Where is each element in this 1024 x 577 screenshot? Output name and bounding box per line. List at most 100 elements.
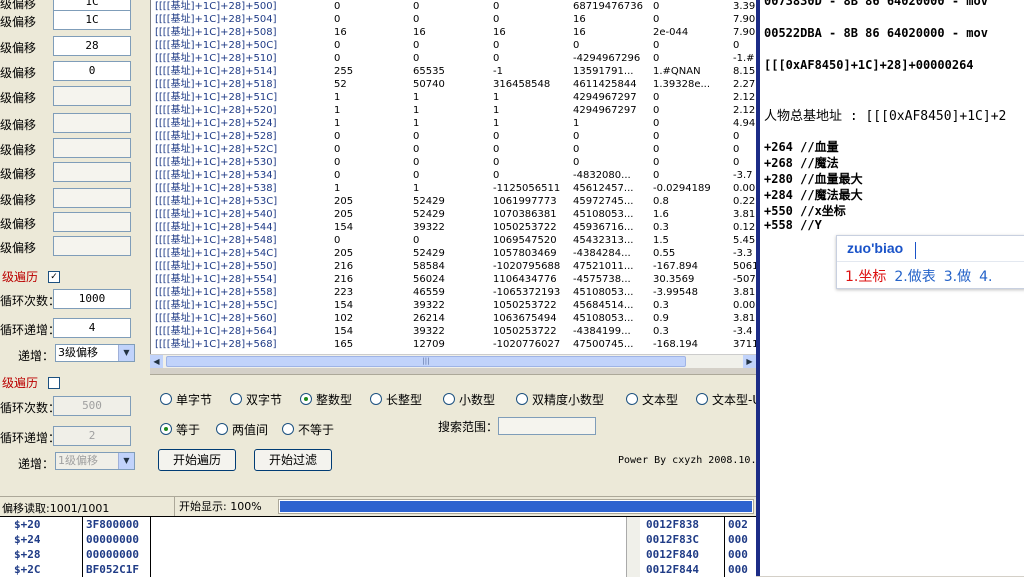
table-row[interactable]: [[[[基址]+1C]+28]+530] 0 0 0 0 0 0 [151,156,757,169]
loop-inc-label: 循环递增： [0,323,61,337]
table-row[interactable]: [[[[基址]+1C]+28]+510] 0 0 0 -4294967296 0 -1.# [151,52,757,65]
table-cell: 0 [334,40,341,51]
table-row[interactable]: [[[[基址]+1C]+28]+508] 16 16 16 16 2e-044 7.90 [151,26,757,39]
ime-candidate[interactable]: 4. [979,269,992,285]
radio-dot[interactable] [516,393,528,405]
inc2-select[interactable]: 1级偏移 ▼ [55,452,135,470]
type-label: 长整型 [386,393,423,407]
dump-offset: $+2C [14,563,41,576]
radio-dot[interactable] [216,423,228,435]
table-row[interactable]: [[[[基址]+1C]+28]+534] 0 0 0 -4832080... 0 -3.7 [151,169,757,182]
loop-inc-row: 循环递增： 4 [0,318,150,340]
table-cell: 0 [653,144,660,155]
offset-label: 级偏移 [0,217,37,231]
offset-input[interactable] [53,86,131,106]
table-row[interactable]: [[[[基址]+1C]+28]+518] 52 50740 316458548 4611… [151,78,757,91]
table-row[interactable]: [[[[基址]+1C]+28]+528] 0 0 0 0 0 0 [151,130,757,143]
table-cell: -507 [733,274,756,285]
table-row[interactable]: [[[[基址]+1C]+28]+514] 255 65535 -1 13591791..… [151,65,757,78]
radio-dot[interactable] [696,393,708,405]
radio-dot[interactable] [160,393,172,405]
table-cell: [[[[基址]+1C]+28]+550] [155,261,277,272]
table-row[interactable]: [[[[基址]+1C]+28]+540] 205 52429 1070386381 45… [151,208,757,221]
radio-dot[interactable] [443,393,455,405]
table-row[interactable]: [[[[基址]+1C]+28]+500] 0 0 0 68719476736 0 3.39 [151,0,757,13]
table-cell: 47500745... [573,339,634,350]
inc-row: 递增： 3级偏移 ▼ [0,344,150,366]
chevron-down-icon[interactable]: ▼ [118,345,134,361]
loop-inc2-input[interactable]: 2 [53,426,131,446]
radio-dot[interactable] [626,393,638,405]
table-row[interactable]: [[[[基址]+1C]+28]+564] 154 39322 1050253722 -4… [151,325,757,338]
ime-candidate[interactable]: 1.坐标 [845,269,886,285]
radio-dot[interactable] [230,393,242,405]
scroll-thumb[interactable]: ||| [166,356,686,367]
ime-candidate[interactable]: 3.做 [944,269,971,285]
ime-candidate[interactable]: 2.做表 [894,269,935,285]
table-row[interactable]: [[[[基址]+1C]+28]+50C] 0 0 0 0 0 0 [151,39,757,52]
offset-input[interactable] [53,162,131,182]
result-rows: [[[[基址]+1C]+28]+500] 0 0 0 68719476736 0 3.39[… [151,0,757,351]
offset-input[interactable] [53,113,131,133]
table-cell: 3.81 [733,313,756,324]
offset-input[interactable]: 1C [53,10,131,30]
table-cell: 5061 [733,261,757,272]
offset-input[interactable] [53,236,131,256]
table-cell: -1020795688 [493,261,561,272]
scroll-left-icon[interactable]: ◀ [150,355,163,368]
offset-input[interactable]: 0 [53,61,131,81]
offset-input[interactable] [53,138,131,158]
table-row[interactable]: [[[[基址]+1C]+28]+52C] 0 0 0 0 0 0 [151,143,757,156]
table-cell: -3.99548 [653,287,698,298]
table-row[interactable]: [[[[基址]+1C]+28]+54C] 205 52429 1057803469 -4… [151,247,757,260]
table-cell: 0.00 [733,300,756,311]
offset-input[interactable] [53,212,131,232]
radio-dot[interactable] [370,393,382,405]
table-cell: -1.# [733,53,755,64]
loop-inc-input[interactable]: 4 [53,318,131,338]
table-cell: 52429 [413,248,445,259]
table-row[interactable]: [[[[基址]+1C]+28]+51C] 1 1 1 4294967297 0 2.12 [151,91,757,104]
table-cell: 0 [334,14,341,25]
traverse-checkbox[interactable]: ✓ [48,271,60,283]
radio-dot[interactable] [282,423,294,435]
inc2-select-value: 1级偏移 [58,454,98,467]
table-row[interactable]: [[[[基址]+1C]+28]+55C] 154 39322 1050253722 45… [151,299,757,312]
table-row[interactable]: [[[[基址]+1C]+28]+504] 0 0 0 16 0 7.90 [151,13,757,26]
table-cell: 0 [413,157,420,168]
table-cell: 0 [413,53,420,64]
table-row[interactable]: [[[[基址]+1C]+28]+560] 102 26214 1063675494 45… [151,312,757,325]
table-row[interactable]: [[[[基址]+1C]+28]+544] 154 39322 1050253722 45… [151,221,757,234]
chevron-down-icon[interactable]: ▼ [118,453,134,469]
offset-input[interactable] [53,188,131,208]
type-label: 单字节 [176,393,213,407]
scroll-right-icon[interactable]: ▶ [743,355,756,368]
dump-scrollbar[interactable] [626,517,640,577]
start-filter-button[interactable]: 开始过滤 [254,449,332,471]
horizontal-scrollbar[interactable]: ◀ ||| ▶ [150,354,756,368]
table-row[interactable]: [[[[基址]+1C]+28]+520] 1 1 1 4294967297 0 2.12 [151,104,757,117]
inc-select[interactable]: 3级偏移 ▼ [55,344,135,362]
table-row[interactable]: [[[[基址]+1C]+28]+558] 223 46559 -1065372193 4… [151,286,757,299]
table-cell: 154 [334,300,354,311]
table-row[interactable]: [[[[基址]+1C]+28]+548] 0 0 1069547520 45432313… [151,234,757,247]
table-row[interactable]: [[[[基址]+1C]+28]+554] 216 56024 1106434776 -4… [151,273,757,286]
offset-row: 级偏移 28 [0,36,150,58]
traverse2-checkbox[interactable] [48,377,60,389]
offset-input[interactable]: 28 [53,36,131,56]
table-cell: [[[[基址]+1C]+28]+518] [155,79,277,90]
radio-dot[interactable] [300,393,312,405]
search-range-input[interactable] [498,417,596,435]
offset-label: 级偏移 [0,91,37,105]
loop-count2-input[interactable]: 500 [53,396,131,416]
table-row[interactable]: [[[[基址]+1C]+28]+524] 1 1 1 1 0 4.94 [151,117,757,130]
radio-dot[interactable] [160,423,172,435]
table-row[interactable]: [[[[基址]+1C]+28]+568] 165 12709 -1020776027 4… [151,338,757,351]
table-cell: 58584 [413,261,445,272]
table-row[interactable]: [[[[基址]+1C]+28]+53C] 205 52429 1061997773 45… [151,195,757,208]
start-traverse-button[interactable]: 开始遍历 [158,449,236,471]
table-row[interactable]: [[[[基址]+1C]+28]+550] 216 58584 -1020795688 4… [151,260,757,273]
note-field: +550 //x坐标 [764,204,846,218]
table-row[interactable]: [[[[基址]+1C]+28]+538] 1 1 -1125056511 4561245… [151,182,757,195]
loop-count-input[interactable]: 1000 [53,289,131,309]
